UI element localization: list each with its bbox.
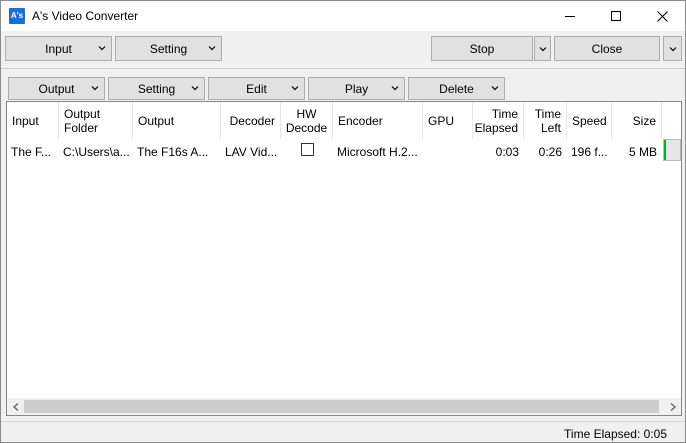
chevron-down-icon — [391, 86, 399, 91]
scroll-right-button[interactable] — [664, 398, 681, 415]
chevron-left-icon — [12, 402, 18, 411]
scroll-left-button[interactable] — [7, 398, 24, 415]
table-row[interactable]: The F... C:\Users\a... The F16s A... LAV… — [7, 139, 681, 165]
setting-button-label: Setting — [149, 41, 188, 56]
delete-menu-button[interactable]: Delete — [408, 77, 505, 100]
output-menu-label: Output — [38, 81, 75, 96]
edit-menu-label: Edit — [246, 81, 267, 96]
input-button[interactable]: Input — [5, 36, 112, 61]
column-header-output-folder[interactable]: Output Folder — [59, 102, 133, 139]
close-window-button[interactable] — [639, 1, 685, 31]
chevron-down-icon — [669, 46, 676, 51]
toolbar-separator — [1, 68, 685, 69]
column-header-speed[interactable]: Speed — [567, 102, 612, 139]
list-header: Input Output Folder Output Decoder HW De… — [7, 102, 681, 139]
cell-encoder: Microsoft H.2... — [337, 145, 418, 159]
window-title: A's Video Converter — [32, 9, 139, 23]
column-header-time-left[interactable]: Time Left — [524, 102, 567, 139]
cell-hw-decode — [281, 139, 333, 165]
stop-button[interactable]: Stop — [431, 36, 533, 61]
hw-decode-checkbox[interactable] — [300, 142, 314, 156]
chevron-down-icon — [98, 46, 106, 51]
column-header-encoder[interactable]: Encoder — [333, 102, 423, 139]
status-time-elapsed: Time Elapsed: 0:05 — [564, 427, 667, 441]
column-header-size[interactable]: Size — [612, 102, 662, 139]
status-bar: Time Elapsed: 0:05 — [1, 421, 685, 442]
chevron-right-icon — [670, 402, 676, 411]
close-button-label: Close — [591, 41, 623, 56]
chevron-down-icon — [491, 86, 499, 91]
cell-gpu — [423, 139, 473, 165]
list-setting-menu-label: Setting — [137, 81, 176, 96]
chevron-down-icon — [291, 86, 299, 91]
app-icon: A's — [9, 8, 25, 24]
output-menu-button[interactable]: Output — [8, 77, 105, 100]
progress-bar — [663, 139, 681, 161]
stop-button-label: Stop — [469, 41, 495, 56]
cell-time-left: 0:26 — [538, 145, 562, 159]
stop-dropdown-button[interactable] — [534, 36, 551, 61]
cell-input: The F... — [11, 145, 52, 159]
close-icon — [656, 10, 668, 22]
conversion-list[interactable]: Input Output Folder Output Decoder HW De… — [6, 101, 682, 416]
cell-size: 5 MB — [628, 145, 657, 159]
cell-time-elapsed: 0:03 — [495, 145, 519, 159]
minimize-button[interactable] — [547, 1, 593, 31]
column-header-input[interactable]: Input — [7, 102, 59, 139]
edit-menu-button[interactable]: Edit — [208, 77, 305, 100]
cell-speed: 196 f... — [571, 145, 608, 159]
input-button-label: Input — [45, 41, 72, 56]
column-header-gpu[interactable]: GPU — [423, 102, 473, 139]
main-window: A's A's Video Converter Input Setting St… — [0, 0, 686, 443]
play-menu-label: Play — [344, 81, 369, 96]
cell-decoder: LAV Vid... — [225, 145, 278, 159]
column-header-output[interactable]: Output — [133, 102, 221, 139]
chevron-down-icon — [208, 46, 216, 51]
chevron-down-icon — [539, 46, 546, 51]
title-bar[interactable]: A's A's Video Converter — [1, 1, 685, 31]
list-setting-menu-button[interactable]: Setting — [108, 77, 205, 100]
maximize-icon — [611, 11, 621, 21]
play-menu-button[interactable]: Play — [308, 77, 405, 100]
column-header-time-elapsed[interactable]: Time Elapsed — [473, 102, 524, 139]
delete-menu-label: Delete — [439, 81, 474, 96]
close-dropdown-button[interactable] — [663, 36, 682, 61]
horizontal-scrollbar[interactable] — [7, 398, 681, 415]
cell-output-folder: C:\Users\a... — [63, 145, 130, 159]
scrollbar-thumb[interactable] — [24, 400, 659, 413]
chevron-down-icon — [91, 86, 99, 91]
chevron-down-icon — [191, 86, 199, 91]
setting-button[interactable]: Setting — [115, 36, 222, 61]
column-header-decoder[interactable]: Decoder — [221, 102, 281, 139]
cell-output: The F16s A... — [137, 145, 209, 159]
column-header-hw-decode[interactable]: HW Decode — [281, 102, 333, 139]
minimize-icon — [565, 15, 575, 17]
progress-fill — [664, 140, 666, 160]
close-button[interactable]: Close — [554, 36, 660, 61]
maximize-button[interactable] — [593, 1, 639, 31]
